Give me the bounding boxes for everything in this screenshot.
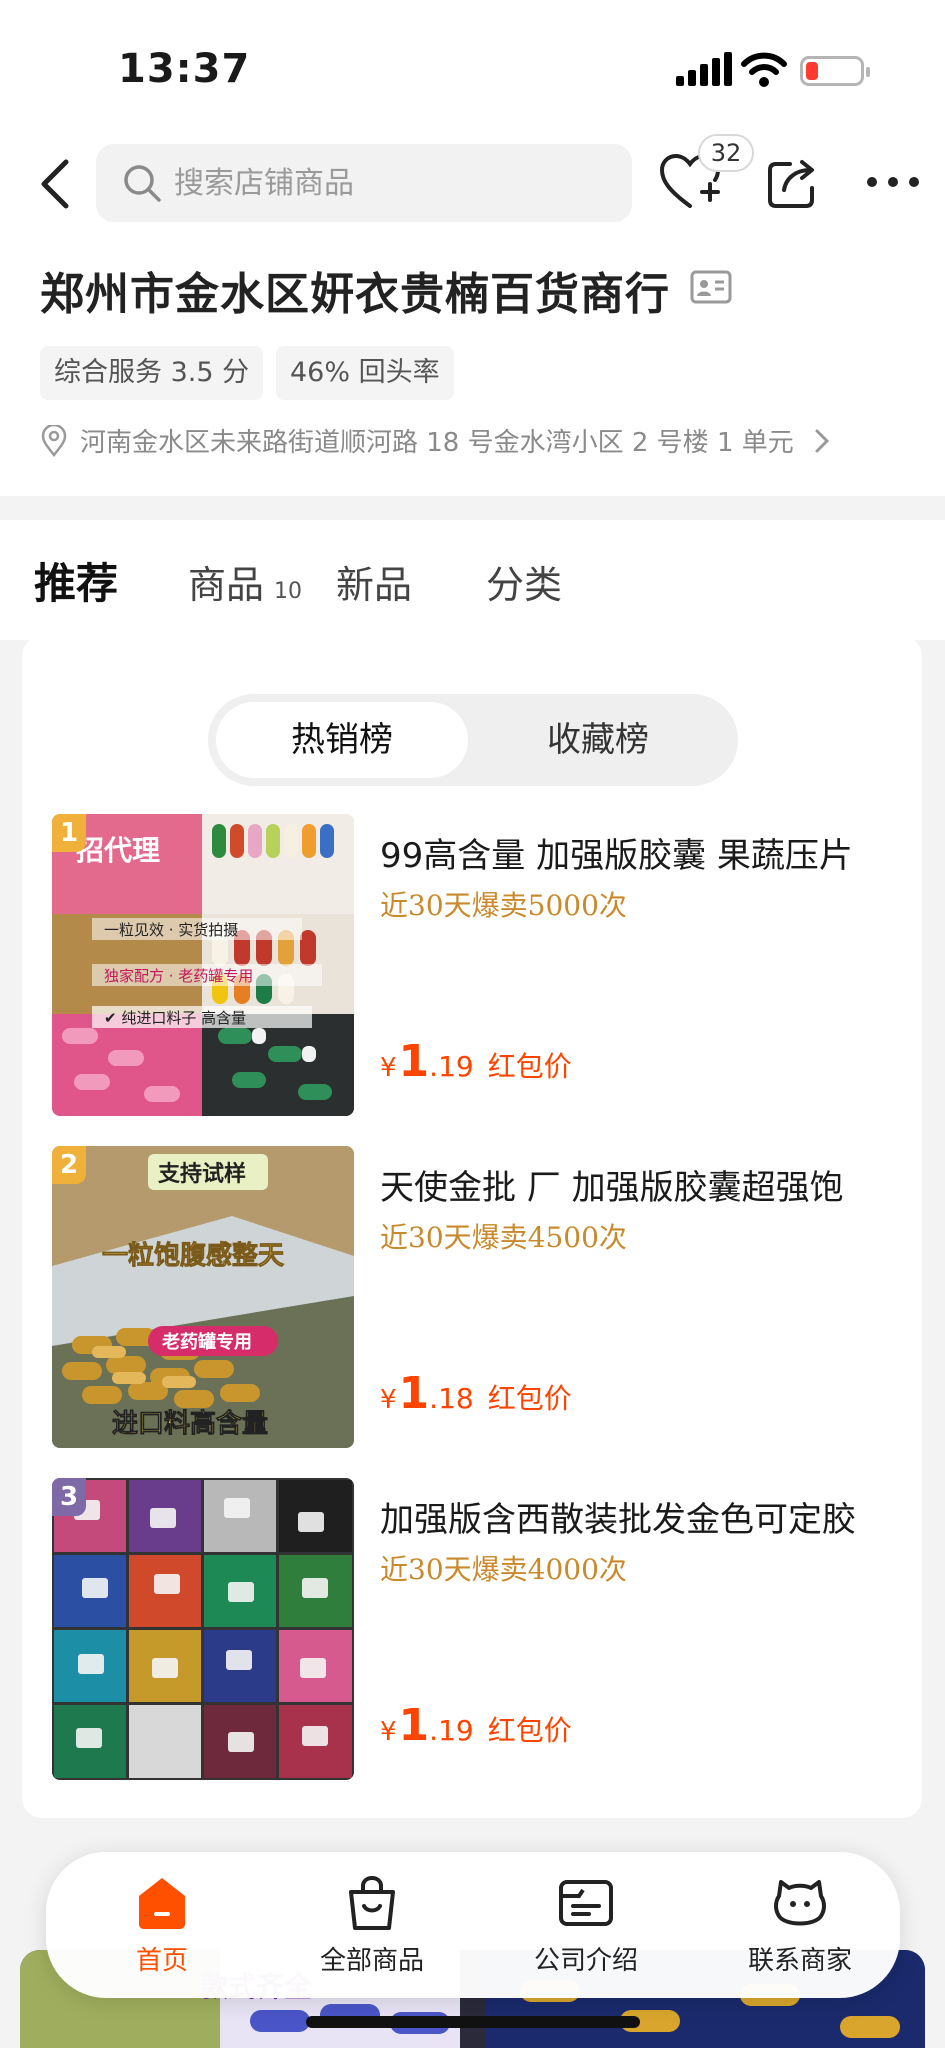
product-price: ¥1.18 红包价 (380, 1368, 572, 1419)
sales-volume: 近30天爆卖5000次 (380, 889, 627, 922)
tab-products[interactable]: 商品 10 (188, 554, 302, 609)
share-icon[interactable] (766, 156, 820, 210)
nav-home[interactable]: 首页 (92, 1874, 232, 1984)
tab-category[interactable]: 分类 (486, 554, 562, 609)
location-pin-icon (41, 424, 67, 457)
home-indicator (306, 2016, 640, 2028)
svg-text:一粒饱腹感整天: 一粒饱腹感整天 (102, 1240, 284, 1271)
svg-text:进口料高含量: 进口料高含量 (112, 1408, 268, 1439)
shopping-bag-icon (349, 1875, 395, 1930)
price-label: 红包价 (487, 1382, 572, 1415)
wifi-icon (741, 52, 787, 87)
store-name: 郑州市金水区姸衣贵楠百货商行 (40, 269, 670, 320)
svg-text:支持试样: 支持试样 (158, 1161, 246, 1187)
back-arrow-icon[interactable] (36, 156, 76, 212)
chevron-right-icon (815, 429, 829, 452)
search-icon (124, 165, 161, 202)
product-item[interactable]: 支持试样 一粒饱腹感整天 老药罐专用 进口料高含量 2 天使金批 厂 加强版胶囊… (52, 1146, 892, 1450)
search-bar[interactable] (96, 144, 632, 222)
home-icon (139, 1878, 185, 1929)
favorite-count-badge: 32 (698, 134, 754, 172)
battery-icon (800, 56, 870, 86)
products-count: 10 (274, 579, 303, 604)
repurchase-rate-tag: 46% 回头率 (276, 346, 454, 400)
nav-all-products[interactable]: 全部商品 (302, 1874, 442, 1984)
rank-badge: 3 (52, 1478, 86, 1516)
sales-volume: 近30天爆卖4000次 (380, 1553, 627, 1586)
product-price: ¥1.19 红包价 (380, 1700, 572, 1751)
svg-text:招代理: 招代理 (76, 834, 160, 867)
product-image[interactable]: 3 (52, 1478, 354, 1780)
status-time: 13:37 (118, 46, 251, 92)
tab-hot-sales[interactable]: 热销榜 (216, 702, 468, 778)
company-card-icon (559, 1880, 613, 1926)
more-options-icon[interactable] (864, 170, 922, 194)
tab-new[interactable]: 新品 (336, 554, 412, 609)
product-title: 天使金批 厂 加强版胶囊超强饱 (380, 1168, 844, 1208)
store-tabs: 推荐 商品 10 新品 分类 (0, 520, 945, 640)
product-image[interactable]: 招代理 一粒见效 · 实货拍摄 独家配方 · 老药罐专用 ✔ 纯进口料子 高含量… (52, 814, 354, 1116)
chat-face-icon (774, 1880, 826, 1926)
svg-text:一粒见效 · 实货拍摄: 一粒见效 · 实货拍摄 (104, 921, 238, 939)
tab-recommend[interactable]: 推荐 (34, 550, 118, 611)
price-label: 红包价 (487, 1050, 572, 1083)
ranking-switch: 热销榜 收藏榜 (208, 694, 738, 786)
rank-badge: 1 (52, 814, 86, 852)
svg-text:✔ 纯进口料子 高含量: ✔ 纯进口料子 高含量 (104, 1009, 246, 1027)
address-text: 河南金水区未来路街道顺河路 18 号金水湾小区 2 号楼 1 单元 (80, 428, 794, 458)
product-title: 加强版含西散装批发金色可定胶 (380, 1500, 856, 1540)
nav-company-intro[interactable]: 公司介绍 (516, 1874, 656, 1984)
bottom-navigation: 首页 全部商品 公司介绍 联系商家 (46, 1852, 900, 1998)
sales-volume: 近30天爆卖4500次 (380, 1221, 627, 1254)
product-title: 99高含量 加强版胶囊 果蔬压片 (380, 836, 853, 876)
product-price: ¥1.19 红包价 (380, 1036, 572, 1087)
business-license-icon[interactable] (690, 270, 732, 304)
search-input[interactable] (174, 165, 594, 201)
service-score-tag: 综合服务 3.5 分 (40, 346, 264, 400)
ranking-card: 热销榜 收藏榜 招代理 一粒见效 · 实货拍摄 独家配方 · 老药罐专用 ✔ 纯… (22, 636, 922, 1818)
nav-contact-seller[interactable]: 联系商家 (730, 1874, 870, 1984)
svg-text:独家配方 · 老药罐专用: 独家配方 · 老药罐专用 (104, 967, 253, 985)
product-item[interactable]: 招代理 一粒见效 · 实货拍摄 独家配方 · 老药罐专用 ✔ 纯进口料子 高含量… (52, 814, 892, 1118)
price-label: 红包价 (487, 1714, 572, 1747)
product-image[interactable]: 支持试样 一粒饱腹感整天 老药罐专用 进口料高含量 2 (52, 1146, 354, 1448)
tab-most-favorited[interactable]: 收藏榜 (472, 702, 724, 778)
store-address[interactable]: 河南金水区未来路街道顺河路 18 号金水湾小区 2 号楼 1 单元 (40, 422, 832, 459)
svg-text:老药罐专用: 老药罐专用 (162, 1331, 252, 1353)
cellular-signal-icon (676, 52, 732, 86)
rank-badge: 2 (52, 1146, 86, 1184)
product-item[interactable]: 3 加强版含西散装批发金色可定胶 近30天爆卖4000次 ¥1.19 红包价 (52, 1478, 892, 1782)
